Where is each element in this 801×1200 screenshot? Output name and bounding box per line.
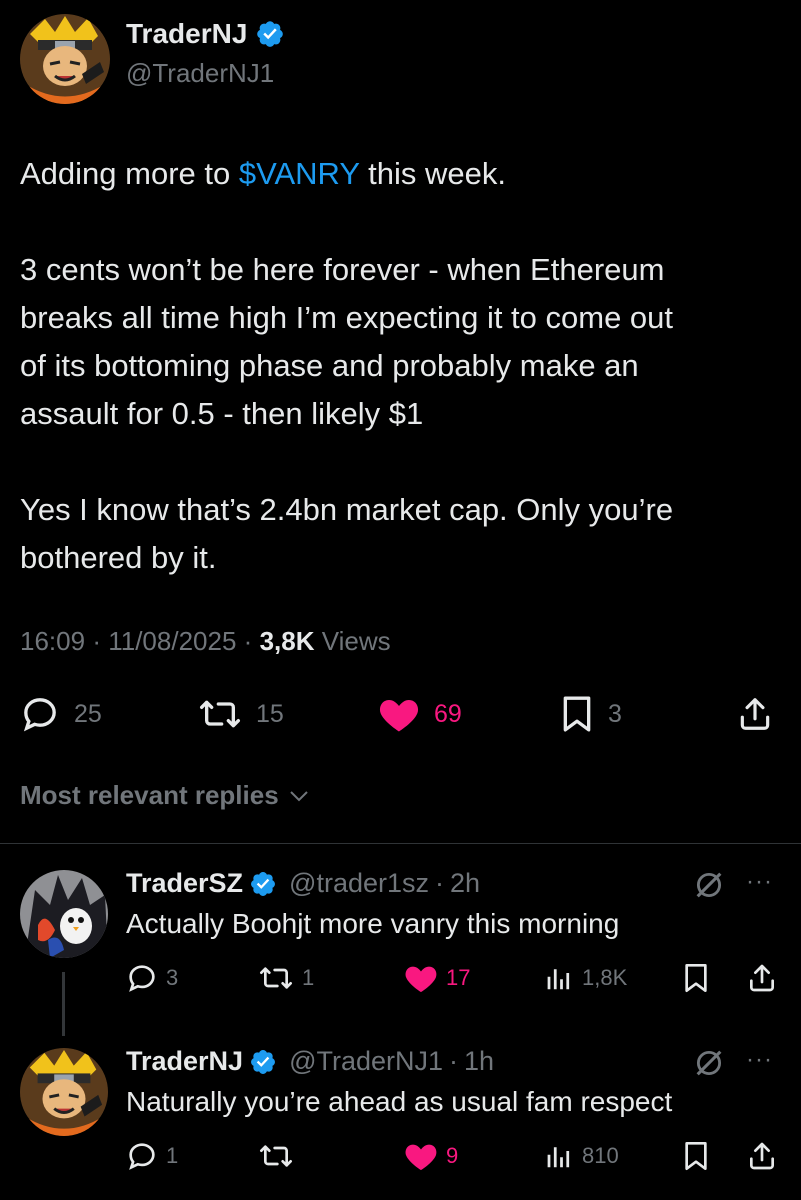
reply-button[interactable]: 25 — [20, 694, 102, 734]
tweet-body: Adding more to $VANRY this week. 3 cents… — [20, 150, 790, 582]
reply-icon — [129, 1143, 155, 1170]
views-button[interactable]: 810 — [544, 1140, 619, 1172]
views-button[interactable]: 1,8K — [544, 962, 627, 994]
tweet-text-segment: this week. — [359, 156, 506, 191]
tweet-line: of its bottoming phase and probably make… — [20, 348, 639, 383]
bookmark-button[interactable] — [682, 1140, 710, 1172]
more-icon[interactable]: ··· — [746, 1046, 773, 1074]
tweet-line: assault for 0.5 - then likely $1 — [20, 396, 424, 431]
reply-author-handle[interactable]: @trader1sz — [289, 868, 429, 899]
tweet-line: 3 cents won’t be here forever - when Eth… — [20, 252, 665, 287]
reply-author-handle[interactable]: @TraderNJ1 — [289, 1046, 443, 1077]
tweet-date[interactable]: 11/08/2025 — [108, 626, 236, 656]
grok-button[interactable] — [692, 868, 726, 907]
verified-badge-icon — [255, 19, 285, 49]
heart-icon — [405, 1144, 437, 1171]
grok-button[interactable] — [692, 1046, 726, 1085]
reply-text: Naturally you’re ahead as usual fam resp… — [126, 1086, 673, 1117]
views-count: 810 — [582, 1143, 619, 1168]
chevron-down-icon — [289, 790, 308, 801]
views-count: 3,8K — [259, 626, 315, 656]
verified-badge-icon — [249, 1048, 277, 1076]
repost-icon — [260, 967, 292, 989]
tweet-line: Adding more to $VANRY this week. — [20, 150, 790, 198]
reply-count: 1 — [166, 1143, 179, 1168]
share-button[interactable] — [736, 694, 774, 734]
bookmark-count: 3 — [608, 699, 622, 728]
reply-avatar[interactable] — [20, 1048, 108, 1136]
cashtag-link[interactable]: $VANRY — [239, 156, 360, 191]
share-button[interactable] — [746, 962, 778, 994]
thread-connector — [62, 972, 65, 1036]
reply-time[interactable]: 1h — [464, 1046, 494, 1077]
views-label: Views — [321, 626, 391, 656]
tweet-text-segment: Adding more to — [20, 156, 239, 191]
divider — [0, 843, 801, 844]
heart-icon — [405, 966, 437, 993]
tweet-line: Yes I know that’s 2.4bn market cap. Only… — [20, 492, 674, 527]
reply-icon — [129, 965, 155, 992]
reply-avatar[interactable] — [20, 870, 108, 958]
views-count: 1,8K — [582, 965, 628, 990]
grok-icon — [696, 1050, 722, 1076]
meta-separator: · — [92, 626, 101, 656]
reply-author-name[interactable]: TraderNJ — [126, 1046, 243, 1077]
repost-button[interactable]: 15 — [198, 694, 284, 734]
like-count: 9 — [446, 1143, 459, 1168]
like-button[interactable]: 69 — [378, 694, 462, 734]
meta-separator: · — [449, 1046, 459, 1076]
meta-separator: · — [435, 868, 445, 898]
repost-button[interactable] — [258, 1140, 302, 1172]
reply-author-name[interactable]: TraderSZ — [126, 868, 243, 899]
views-icon — [547, 1147, 570, 1168]
tweet-time[interactable]: 16:09 — [20, 626, 85, 656]
bookmark-button[interactable] — [682, 962, 710, 994]
sort-replies-dropdown[interactable]: Most relevant replies — [20, 780, 311, 811]
bookmark-button[interactable]: 3 — [560, 694, 622, 734]
reply-time[interactable]: 2h — [450, 868, 480, 899]
repost-icon — [260, 1145, 292, 1167]
like-button[interactable]: 17 — [404, 962, 470, 994]
bookmark-icon — [563, 696, 591, 732]
tweet-line: breaks all time high I’m expecting it to… — [20, 300, 674, 335]
author-handle[interactable]: @TraderNJ1 — [126, 58, 274, 89]
reply-icon — [23, 698, 56, 732]
share-button[interactable] — [746, 1140, 778, 1172]
like-count: 69 — [434, 699, 462, 728]
sort-label: Most relevant replies — [20, 780, 279, 810]
meta-separator: · — [243, 626, 253, 656]
tweet-meta: 16:09 · 11/08/2025 · 3,8K Views — [20, 626, 391, 657]
repost-count: 15 — [256, 699, 284, 728]
share-icon — [750, 1142, 774, 1170]
reply-button[interactable]: 1 — [126, 1140, 178, 1172]
reply-count: 3 — [166, 965, 179, 990]
reply-button[interactable]: 3 — [126, 962, 178, 994]
bookmark-icon — [685, 964, 707, 992]
repost-count: 1 — [302, 965, 315, 990]
author-avatar[interactable] — [20, 14, 110, 104]
reply-text: Actually Boohjt more vanry this morning — [126, 908, 620, 939]
tweet-line: bothered by it. — [20, 540, 217, 575]
repost-icon — [200, 700, 240, 728]
more-icon[interactable]: ··· — [746, 868, 773, 896]
share-icon — [750, 964, 774, 992]
bookmark-icon — [685, 1142, 707, 1170]
reply-header: TraderSZ @trader1sz · 2h — [126, 868, 480, 899]
repost-button[interactable]: 1 — [258, 962, 314, 994]
share-icon — [740, 698, 770, 730]
verified-badge-icon — [249, 870, 277, 898]
like-button[interactable]: 9 — [404, 1140, 458, 1172]
author-name[interactable]: TraderNJ — [126, 18, 247, 50]
reply-header: TraderNJ @TraderNJ1 · 1h — [126, 1046, 494, 1077]
like-count: 17 — [446, 965, 471, 990]
heart-icon — [379, 700, 419, 732]
reply-count: 25 — [74, 699, 102, 728]
grok-icon — [696, 872, 722, 898]
views-icon — [547, 969, 570, 990]
